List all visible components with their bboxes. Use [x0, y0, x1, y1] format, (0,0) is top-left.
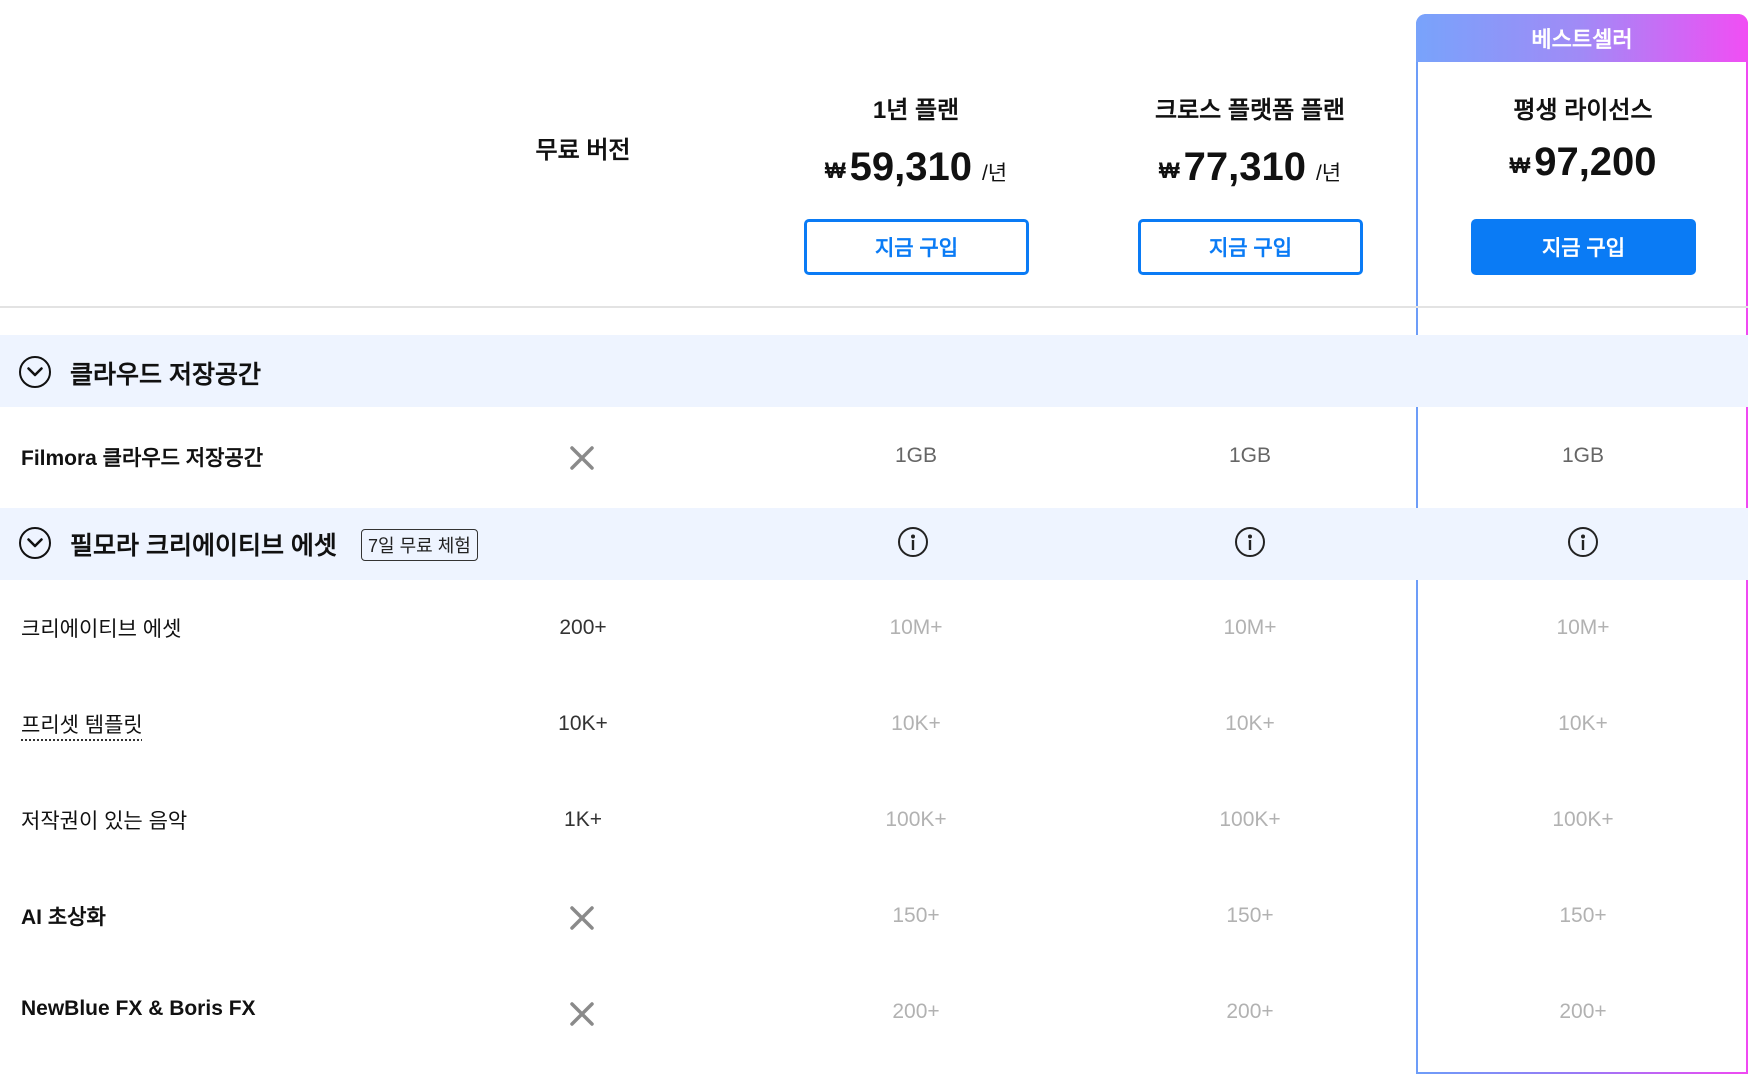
plan-title-1year: 1년 플랜 [872, 97, 960, 124]
cell-plan1: 1GB [894, 444, 938, 467]
section-header-cloud-storage[interactable] [0, 335, 1748, 407]
x-icon [569, 905, 595, 936]
section-title: 필모라 크리에이티브 에셋 [70, 532, 337, 560]
row-label: 저작권이 있는 음악 [21, 810, 188, 833]
info-icon[interactable] [1568, 527, 1598, 557]
x-icon [569, 1001, 595, 1032]
cell-plan1: 150+ [892, 904, 940, 927]
row-label: NewBlue FX & Boris FX [21, 997, 256, 1020]
price-amount: 97,200 [1534, 140, 1657, 184]
buy-now-button-lifetime[interactable]: 지금 구입 [1471, 219, 1696, 275]
plan-price-cross-platform: ₩77,310/년 [1090, 145, 1410, 190]
info-icon[interactable] [898, 527, 928, 557]
section-title: 클라우드 저장공간 [70, 361, 261, 389]
price-amount: 59,310 [849, 145, 972, 189]
cell-plan1: 100K+ [885, 808, 947, 831]
free-trial-badge: 7일 무료 체험 [361, 529, 478, 561]
cell-free: 10K+ [558, 712, 608, 735]
cell-plan1: 10M+ [889, 616, 943, 639]
row-label: 크리에이티브 에셋 [21, 618, 182, 641]
cell-plan2: 10M+ [1223, 616, 1277, 639]
cell-plan3: 10K+ [1558, 712, 1608, 735]
cell-plan1: 200+ [892, 1000, 940, 1023]
plan-title-lifetime: 평생 라이선스 [1513, 97, 1653, 124]
chevron-down-circle-icon[interactable] [19, 356, 51, 388]
plan-title-free: 무료 버전 [535, 137, 631, 164]
cell-plan2: 10K+ [1225, 712, 1275, 735]
cell-plan3: 100K+ [1552, 808, 1614, 831]
row-label: Filmora 클라우드 저장공간 [21, 447, 264, 470]
chevron-down-circle-icon[interactable] [19, 527, 51, 559]
currency-symbol: ₩ [1158, 158, 1180, 183]
price-amount: 77,310 [1183, 145, 1306, 189]
x-icon [569, 445, 595, 476]
bestseller-ribbon: 베스트셀러 [1416, 14, 1748, 62]
cell-plan2: 200+ [1226, 1000, 1274, 1023]
info-icon[interactable] [1235, 527, 1265, 557]
cell-plan2: 150+ [1226, 904, 1274, 927]
header-divider [0, 306, 1748, 308]
plan-price-lifetime: ₩97,200 [1423, 140, 1743, 185]
row-label: AI 초상화 [21, 906, 106, 929]
currency-symbol: ₩ [824, 158, 846, 183]
currency-symbol: ₩ [1509, 153, 1531, 178]
row-label-tooltip[interactable]: 프리셋 템플릿 [21, 709, 143, 739]
price-period: /년 [981, 162, 1008, 185]
price-period: /년 [1315, 162, 1342, 185]
cell-plan3: 1GB [1561, 444, 1605, 467]
buy-now-button-1year[interactable]: 지금 구입 [804, 219, 1029, 275]
buy-now-button-cross-platform[interactable]: 지금 구입 [1138, 219, 1363, 275]
plan-title-cross-platform: 크로스 플랫폼 플랜 [1155, 97, 1345, 124]
cell-plan2: 100K+ [1219, 808, 1281, 831]
cell-plan3: 200+ [1559, 1000, 1607, 1023]
cell-free: 1K+ [564, 808, 602, 831]
cell-free: 200+ [559, 616, 607, 639]
plan-price-1year: ₩59,310/년 [756, 145, 1076, 190]
cell-plan2: 1GB [1228, 444, 1272, 467]
cell-plan1: 10K+ [891, 712, 941, 735]
cell-plan3: 150+ [1559, 904, 1607, 927]
cell-plan3: 10M+ [1556, 616, 1610, 639]
